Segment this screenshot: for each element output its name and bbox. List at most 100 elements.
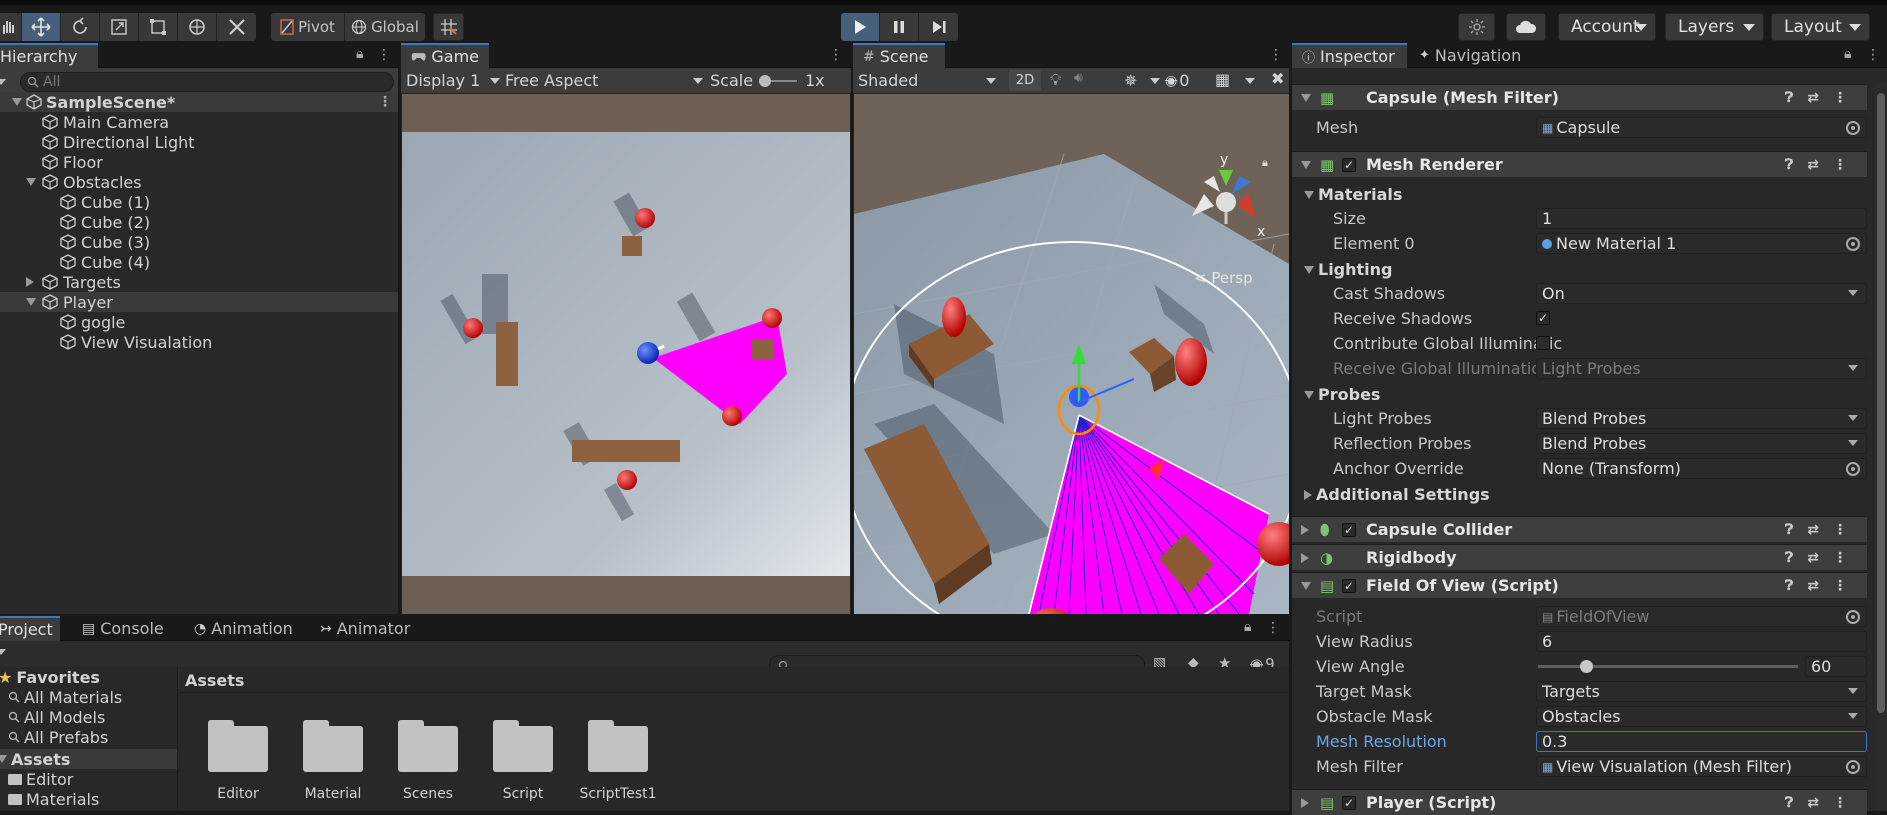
preset-icon[interactable]: ⇄ [1807,522,1819,538]
lock-icon[interactable]: 🔒︎ [1244,619,1251,635]
create-dropdown-icon[interactable] [0,79,6,85]
hierarchy-item[interactable]: Cube (4) [0,252,398,272]
expand-arrow-icon[interactable] [1301,93,1311,102]
anchor-override-field[interactable]: None (Transform) [1536,458,1867,479]
component-menu-icon[interactable]: ⋮ [1833,522,1847,538]
preset-icon[interactable]: ⇄ [1807,795,1819,811]
target-mask-dropdown[interactable]: Targets [1536,681,1867,702]
hierarchy-item[interactable]: Cube (2) [0,212,398,232]
component-header[interactable]: ▦ Capsule (Mesh Filter) ❓︎ ⇄ ⋮ [1292,84,1867,110]
scale-tool[interactable] [100,13,139,41]
tab-animator[interactable]: ↣ Animator [310,616,420,641]
hierarchy-item[interactable]: Obstacles [0,172,398,192]
lock-icon[interactable]: 🔒︎ [1844,46,1851,62]
expand-arrow-icon[interactable] [1301,797,1309,808]
component-menu-icon[interactable]: ⋮ [1833,90,1847,106]
favorites-item[interactable]: All Materials [0,687,177,707]
pause-button[interactable] [880,13,919,41]
hierarchy-search-input[interactable]: All [20,72,394,92]
preset-icon[interactable]: ⇄ [1807,550,1819,566]
component-menu-icon[interactable]: ⋮ [1833,578,1847,594]
move-tool[interactable] [22,13,61,41]
mesh-resolution-field[interactable]: 0.3 [1536,731,1867,752]
rotate-tool[interactable] [61,13,100,41]
preset-icon[interactable]: ⇄ [1807,578,1819,594]
hidden-objects-toggle[interactable]: ◉ 0 [1165,71,1189,90]
object-picker-icon[interactable] [1846,462,1860,476]
grid-snapping-button[interactable] [433,13,464,41]
account-dropdown[interactable]: Account [1558,13,1656,41]
scene-viewport[interactable]: y x 🔒︎ < Persp [853,94,1289,614]
lightbulb-icon[interactable]: 💡︎ [1050,70,1061,90]
rect-tool[interactable] [139,13,178,41]
component-header[interactable]: ⬮ ✓ Capsule Collider ❓︎ ⇄ ⋮ [1292,516,1867,542]
help-icon[interactable]: ❓︎ [1785,90,1793,106]
tab-navigation[interactable]: ✦ Navigation [1409,43,1564,68]
expand-arrow-icon[interactable] [26,178,36,186]
help-icon[interactable]: ❓︎ [1785,157,1793,173]
project-tree-item[interactable]: Editor [0,769,177,789]
more-menu-icon[interactable]: ⋮ [829,47,844,63]
expand-arrow-icon[interactable] [12,98,22,106]
layers-dropdown[interactable]: Layers [1665,13,1764,41]
hierarchy-item[interactable]: Directional Light [0,132,398,152]
hierarchy-item[interactable]: Floor [0,152,398,172]
grid-toggle-icon[interactable]: ▦ [1215,70,1230,89]
hierarchy-item[interactable]: Cube (1) [0,192,398,212]
scrollbar-thumb[interactable] [1877,93,1885,713]
size-field[interactable]: 1 [1536,208,1867,229]
view-angle-field[interactable]: 60 [1805,656,1867,677]
expand-arrow-icon[interactable] [1301,581,1311,590]
custom-tool[interactable] [217,13,256,41]
tab-console[interactable]: ▤ Console [72,616,172,641]
component-menu-icon[interactable]: ⋮ [1833,795,1847,811]
reflection-probes-dropdown[interactable]: Blend Probes [1536,433,1867,454]
slider-thumb[interactable] [1580,660,1593,673]
scale-slider[interactable] [759,75,797,87]
property-checkbox[interactable]: ✓ [1536,311,1550,325]
effects-icon[interactable]: ✵ [1124,71,1137,90]
audio-icon[interactable]: 🔊︎ [1074,70,1083,86]
tab-project[interactable]: Project [0,616,60,641]
expand-arrow-icon[interactable] [1301,524,1309,535]
object-picker-icon[interactable] [1846,121,1860,135]
light-probes-dropdown[interactable]: Blend Probes [1536,408,1867,429]
hierarchy-item[interactable]: Player [0,292,398,312]
preset-icon[interactable]: ⇄ [1807,90,1819,106]
property-checkbox[interactable] [1536,336,1550,350]
material-field[interactable]: New Material 1 [1536,233,1867,254]
gizmo-lock-icon[interactable]: 🔒︎ [1262,156,1268,169]
pivot-toggle[interactable]: Pivot [271,13,345,41]
object-picker-icon[interactable] [1846,237,1860,251]
view-angle-slider[interactable] [1538,660,1798,673]
assets-root-row[interactable]: Assets [0,749,177,769]
favorites-row[interactable]: ★ Favorites [0,667,177,687]
expand-arrow-icon[interactable] [1301,552,1309,563]
component-menu-icon[interactable]: ⋮ [1833,550,1847,566]
mesh-filter-field[interactable]: ▦ View Visualation (Mesh Filter) [1536,756,1867,777]
project-tree-item[interactable]: Materials [0,789,177,809]
cast-shadows-dropdown[interactable]: On [1536,283,1867,304]
breadcrumb-assets[interactable]: Assets [185,671,244,690]
object-picker-icon[interactable] [1846,610,1860,624]
step-button[interactable] [919,13,958,41]
scene-menu-icon[interactable]: ⋮ [378,94,392,110]
mesh-field[interactable]: ▦ Capsule [1536,117,1867,138]
2d-toggle[interactable]: 2D [1009,70,1041,91]
tab-game[interactable]: Game [401,43,489,68]
play-button[interactable] [841,13,880,41]
hierarchy-item[interactable]: Targets [0,272,398,292]
lock-icon[interactable]: 🔒︎ [356,46,363,62]
hierarchy-item[interactable]: Cube (3) [0,232,398,252]
global-toggle[interactable]: Global [345,13,425,41]
favorites-item[interactable]: All Prefabs [0,727,177,747]
tab-hierarchy[interactable]: Hierarchy [0,43,98,68]
component-header[interactable]: ◑ Rigidbody ❓︎ ⇄ ⋮ [1292,544,1867,570]
hierarchy-item[interactable]: Main Camera [0,112,398,132]
more-menu-icon[interactable]: ⋮ [1269,47,1284,63]
favorites-item[interactable]: All Models [0,707,177,727]
help-icon[interactable]: ❓︎ [1785,522,1793,538]
display-dropdown[interactable]: Display 1 [406,71,501,90]
help-icon[interactable]: ❓︎ [1785,550,1793,566]
enabled-checkbox[interactable]: ✓ [1342,158,1356,172]
